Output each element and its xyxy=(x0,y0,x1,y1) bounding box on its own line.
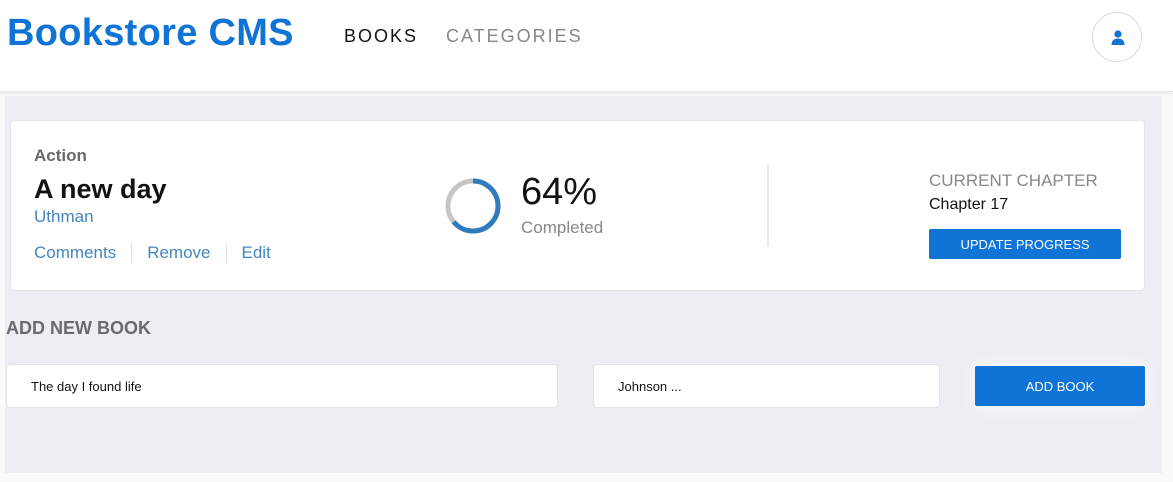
book-author-input[interactable]: Johnson ... xyxy=(593,364,940,408)
action-divider xyxy=(131,243,133,263)
card-divider xyxy=(767,165,769,246)
edit-button[interactable]: Edit xyxy=(242,243,271,263)
header: Bookstore CMS BOOKS CATEGORIES xyxy=(0,0,1173,92)
action-divider xyxy=(225,243,227,263)
add-book-button[interactable]: ADD BOOK xyxy=(975,366,1145,406)
book-genre: Action xyxy=(34,146,87,165)
book-card: Action A new day Uthman Comments Remove … xyxy=(10,120,1145,291)
nav-categories[interactable]: CATEGORIES xyxy=(446,26,583,47)
book-author[interactable]: Uthman xyxy=(34,207,94,227)
book-actions: Comments Remove Edit xyxy=(34,243,271,263)
progress-percent: 64% xyxy=(521,171,598,213)
add-book-heading: ADD NEW BOOK xyxy=(6,318,151,338)
book-title: A new day xyxy=(34,174,167,204)
progress-ring xyxy=(445,178,501,234)
remove-button[interactable]: Remove xyxy=(147,243,210,263)
comments-button[interactable]: Comments xyxy=(34,243,116,263)
nav-books[interactable]: BOOKS xyxy=(344,26,418,47)
progress-label: Completed xyxy=(521,218,604,237)
current-chapter-heading: CURRENT CHAPTER xyxy=(929,171,1098,190)
user-icon xyxy=(1111,30,1125,45)
app-logo[interactable]: Bookstore CMS xyxy=(7,12,294,55)
update-progress-button[interactable]: UPDATE PROGRESS xyxy=(929,229,1121,259)
user-button[interactable] xyxy=(1092,12,1142,62)
book-title-input[interactable]: The day I found life xyxy=(6,364,558,408)
current-chapter: Chapter 17 xyxy=(929,196,1009,213)
